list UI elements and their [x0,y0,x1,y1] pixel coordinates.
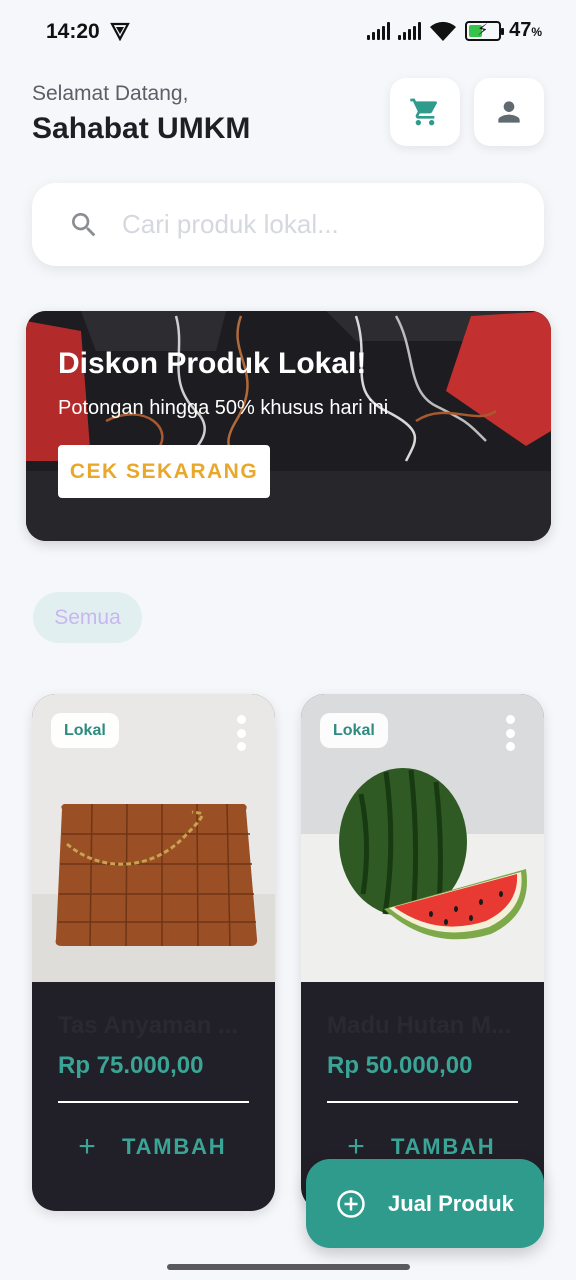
plus-icon: + [78,1130,96,1163]
banner-subtitle: Potongan hingga 50% khusus hari ini [58,397,389,419]
vpn-icon [110,22,130,41]
banner-title: Diskon Produk Lokal! [58,347,367,380]
promo-banner: Diskon Produk Lokal! Potongan hingga 50%… [26,311,551,541]
product-price: Rp 75.000,00 [58,1052,204,1079]
product-name: Tas Anyaman ... [58,1012,239,1039]
greeting-text: Selamat Datang, [32,82,189,105]
search-input[interactable] [122,209,502,240]
product-badge: Lokal [320,713,388,748]
person-icon [498,101,520,123]
sell-product-label: Jual Produk [388,1190,514,1216]
add-button-label: TAMBAH [122,1134,227,1159]
card-divider [327,1101,518,1103]
add-button-label: TAMBAH [391,1134,496,1159]
cart-button[interactable] [390,78,460,146]
signal-icon [367,21,391,40]
category-chip-semua[interactable]: Semua [33,592,142,643]
search-bar[interactable] [32,183,544,266]
home-indicator[interactable] [167,1264,410,1270]
charging-icon: ⚡ [477,21,489,39]
more-vert-icon[interactable] [235,715,247,751]
user-name: Sahabat UMKM [32,112,251,145]
product-card[interactable]: Lokal Madu Hutan M... Rp 50.000,00 + TAM… [301,694,544,1211]
product-name: Madu Hutan M... [327,1012,511,1039]
battery-percent: 47% [509,19,542,41]
more-vert-icon[interactable] [504,715,516,751]
profile-button[interactable] [474,78,544,146]
status-indicators: ⚡ 47% [367,19,542,42]
card-divider [58,1101,249,1103]
add-to-cart-button[interactable]: + TAMBAH [58,1124,249,1170]
status-bar: 14:20 ⚡ 47% [0,0,576,62]
check-now-button[interactable]: CEK SEKARANG [58,445,270,498]
status-time: 14:20 [46,20,100,43]
wifi-icon [430,21,457,41]
cart-icon [410,98,438,126]
add-circle-icon [337,1189,365,1218]
sell-product-button[interactable]: Jual Produk [306,1159,544,1248]
product-price: Rp 50.000,00 [327,1052,473,1079]
signal-icon [398,21,422,40]
banner-background-image [26,311,551,541]
product-card[interactable]: Lokal Tas Anyaman ... Rp 75.000,00 + TAM… [32,694,275,1211]
search-icon [72,212,96,236]
product-badge: Lokal [51,713,119,748]
battery-icon: ⚡ [465,20,505,41]
